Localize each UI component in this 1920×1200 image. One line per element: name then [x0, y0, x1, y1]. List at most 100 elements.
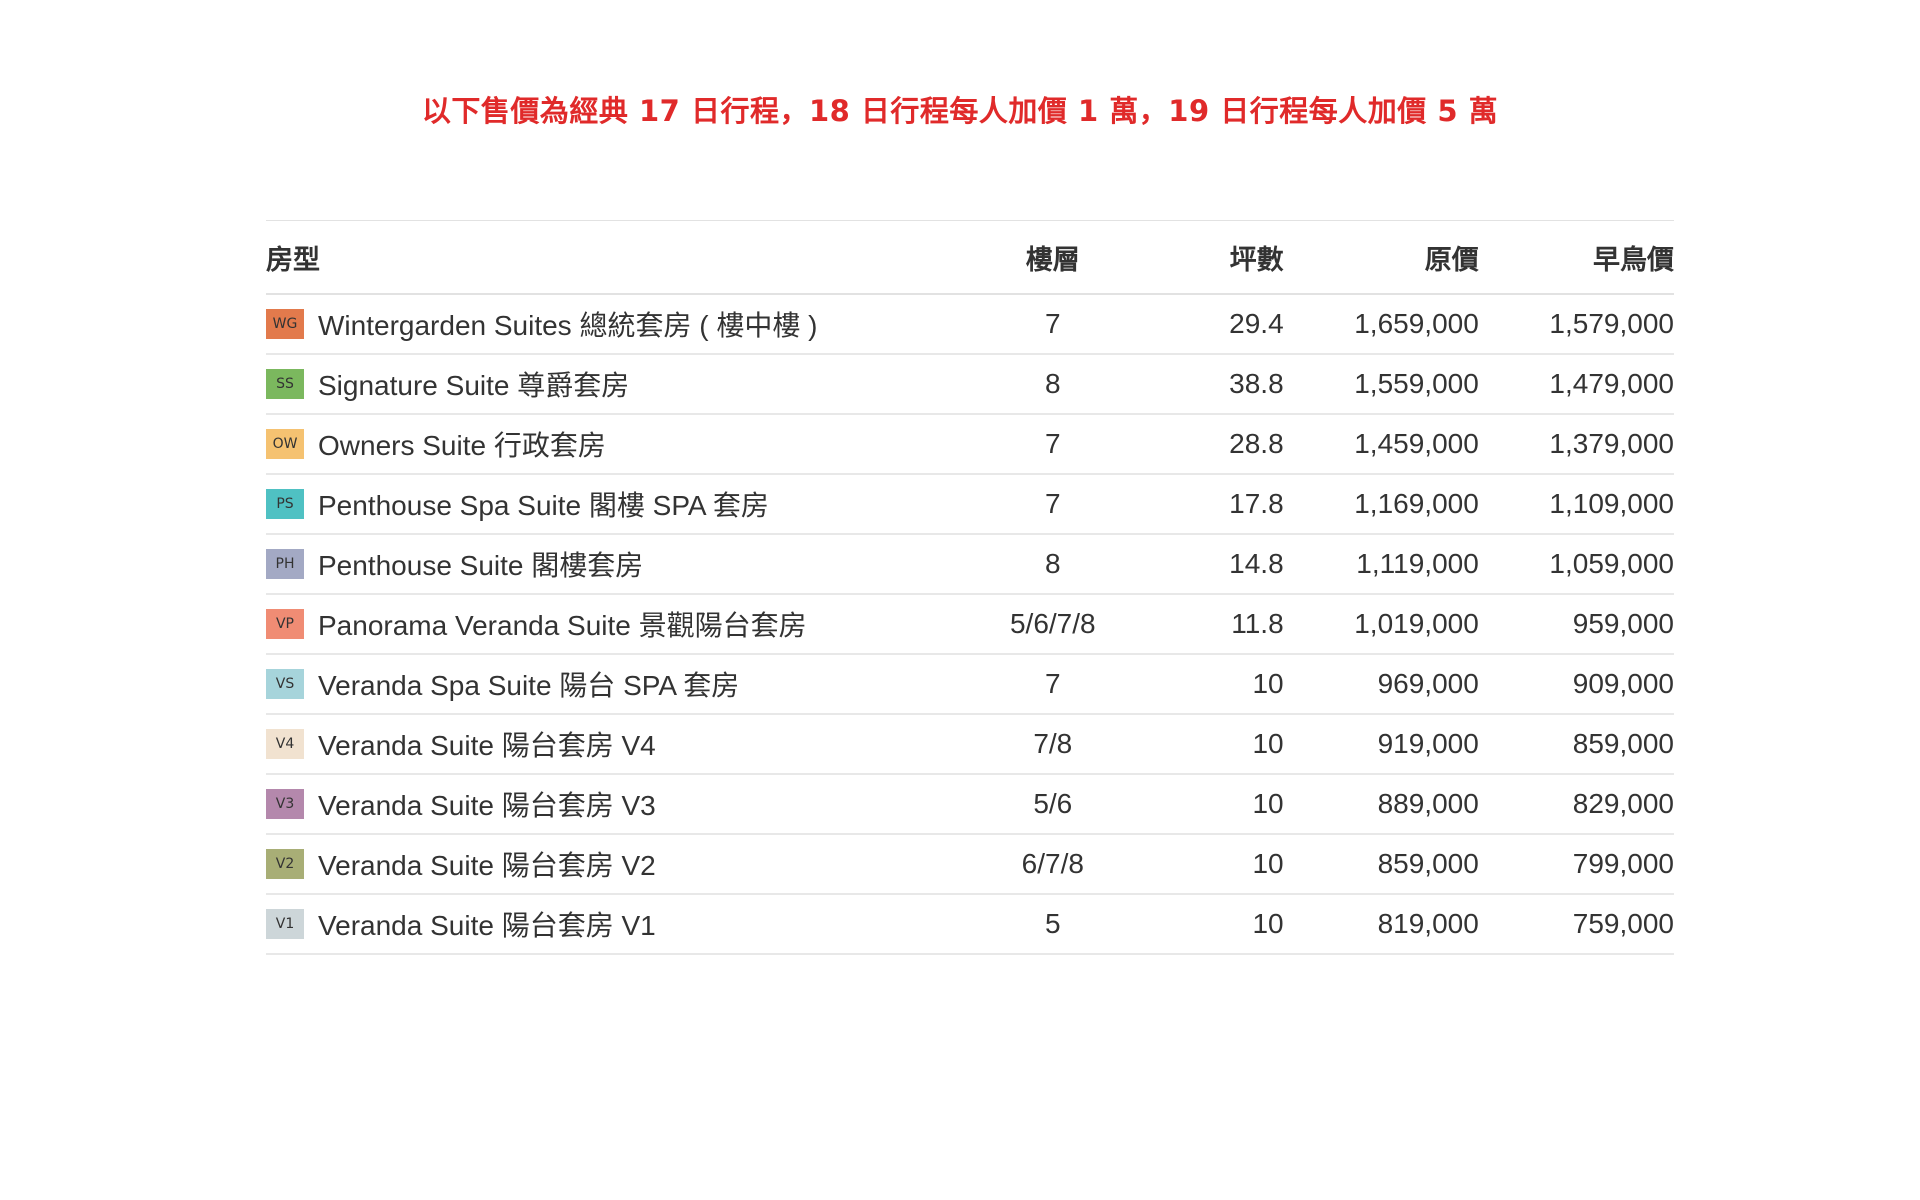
price-notice: 以下售價為經典 17 日行程，18 日行程每人加價 1 萬，19 日行程每人加價…	[421, 94, 1499, 128]
floor-cell: 7	[956, 654, 1150, 715]
original-price-cell: 1,659,000	[1283, 294, 1479, 355]
table-row: PS Penthouse Spa Suite 閣樓 SPA 套房 7 17.8 1,16…	[266, 474, 1674, 535]
room-type-wrap: PH Penthouse Suite 閣樓套房	[266, 544, 956, 584]
early-bird-price-cell: 1,579,000	[1478, 294, 1674, 355]
room-code-badge: V4	[266, 729, 304, 759]
header-size: 坪數	[1149, 220, 1284, 295]
floor-cell: 7	[956, 474, 1150, 535]
table-row: VS Veranda Spa Suite 陽台 SPA 套房 7 10 969,000 9…	[266, 654, 1674, 715]
size-cell: 28.8	[1149, 414, 1284, 475]
size-cell: 38.8	[1149, 354, 1284, 415]
room-type-name: Owners Suite 行政套房	[318, 430, 606, 461]
room-type-cell: VS Veranda Spa Suite 陽台 SPA 套房	[266, 654, 957, 715]
room-type-name: Panorama Veranda Suite 景觀陽台套房	[318, 610, 807, 641]
room-type-cell: WG Wintergarden Suites 總統套房 ( 樓中樓 )	[266, 294, 957, 355]
header-early-bird-price: 早鳥價	[1478, 220, 1674, 295]
room-type-name: Veranda Suite 陽台套房 V1	[318, 910, 656, 941]
original-price-cell: 969,000	[1283, 654, 1479, 715]
size-cell: 11.8	[1149, 594, 1284, 655]
room-code-badge: WG	[266, 309, 304, 339]
size-cell: 10	[1149, 834, 1284, 895]
room-type-name: Penthouse Spa Suite 閣樓 SPA 套房	[318, 490, 769, 521]
table-row: SS Signature Suite 尊爵套房 8 38.8 1,559,000 1,47…	[266, 354, 1674, 415]
room-type-wrap: OW Owners Suite 行政套房	[266, 424, 956, 464]
room-code-badge: SS	[266, 369, 304, 399]
room-type-cell: OW Owners Suite 行政套房	[266, 414, 957, 475]
size-cell: 10	[1149, 774, 1284, 835]
room-code-badge: VP	[266, 609, 304, 639]
size-cell: 17.8	[1149, 474, 1284, 535]
room-type-wrap: SS Signature Suite 尊爵套房	[266, 364, 956, 404]
floor-cell: 7	[956, 294, 1150, 355]
original-price-cell: 1,559,000	[1283, 354, 1479, 415]
room-code-badge: PH	[266, 549, 304, 579]
early-bird-price-cell: 1,379,000	[1478, 414, 1674, 475]
room-type-wrap: V4 Veranda Suite 陽台套房 V4	[266, 724, 956, 764]
table-body: WG Wintergarden Suites 總統套房 ( 樓中樓 ) 7 29.4 1…	[266, 294, 1674, 955]
table-row: V3 Veranda Suite 陽台套房 V3 5/6 10 889,000 829,0…	[266, 774, 1674, 835]
floor-cell: 5	[956, 894, 1150, 955]
early-bird-price-cell: 1,479,000	[1478, 354, 1674, 415]
room-type-cell: VP Panorama Veranda Suite 景觀陽台套房	[266, 594, 957, 655]
room-type-name: Wintergarden Suites 總統套房 ( 樓中樓 )	[318, 310, 818, 341]
table-row: V1 Veranda Suite 陽台套房 V1 5 10 819,000 759,000	[266, 894, 1674, 955]
room-type-wrap: V1 Veranda Suite 陽台套房 V1	[266, 904, 956, 944]
original-price-cell: 1,459,000	[1283, 414, 1479, 475]
room-type-wrap: VS Veranda Spa Suite 陽台 SPA 套房	[266, 664, 956, 704]
room-type-cell: V2 Veranda Suite 陽台套房 V2	[266, 834, 957, 895]
room-type-wrap: V2 Veranda Suite 陽台套房 V2	[266, 844, 956, 884]
room-type-name: Veranda Suite 陽台套房 V4	[318, 730, 656, 761]
suite-price-table: 房型 樓層 坪數 原價 早鳥價 WG Wintergarden Suites 總統…	[266, 220, 1674, 955]
room-type-name: Signature Suite 尊爵套房	[318, 370, 630, 401]
room-code-badge: V3	[266, 789, 304, 819]
table-header: 房型 樓層 坪數 原價 早鳥價	[266, 220, 1674, 295]
header-original-price: 原價	[1283, 220, 1479, 295]
floor-cell: 5/6/7/8	[956, 594, 1150, 655]
early-bird-price-cell: 959,000	[1478, 594, 1674, 655]
floor-cell: 5/6	[956, 774, 1150, 835]
room-type-wrap: VP Panorama Veranda Suite 景觀陽台套房	[266, 604, 956, 644]
room-code-badge: V1	[266, 909, 304, 939]
room-type-name: Veranda Suite 陽台套房 V2	[318, 850, 656, 881]
room-type-cell: SS Signature Suite 尊爵套房	[266, 354, 957, 415]
floor-cell: 8	[956, 354, 1150, 415]
original-price-cell: 1,119,000	[1283, 534, 1479, 595]
room-code-badge: OW	[266, 429, 304, 459]
header-room-type: 房型	[266, 220, 957, 295]
room-type-cell: V3 Veranda Suite 陽台套房 V3	[266, 774, 957, 835]
table-row: WG Wintergarden Suites 總統套房 ( 樓中樓 ) 7 29.4 1…	[266, 294, 1674, 355]
size-cell: 10	[1149, 894, 1284, 955]
room-type-name: Penthouse Suite 閣樓套房	[318, 550, 644, 581]
room-type-name: Veranda Suite 陽台套房 V3	[318, 790, 656, 821]
early-bird-price-cell: 859,000	[1478, 714, 1674, 775]
size-cell: 10	[1149, 654, 1284, 715]
early-bird-price-cell: 1,059,000	[1478, 534, 1674, 595]
original-price-cell: 889,000	[1283, 774, 1479, 835]
table-row: V2 Veranda Suite 陽台套房 V2 6/7/8 10 859,000 799…	[266, 834, 1674, 895]
early-bird-price-cell: 829,000	[1478, 774, 1674, 835]
early-bird-price-cell: 799,000	[1478, 834, 1674, 895]
room-code-badge: PS	[266, 489, 304, 519]
room-type-cell: PH Penthouse Suite 閣樓套房	[266, 534, 957, 595]
room-type-name: Veranda Spa Suite 陽台 SPA 套房	[318, 670, 740, 701]
original-price-cell: 819,000	[1283, 894, 1479, 955]
floor-cell: 7/8	[956, 714, 1150, 775]
size-cell: 14.8	[1149, 534, 1284, 595]
size-cell: 29.4	[1149, 294, 1284, 355]
early-bird-price-cell: 759,000	[1478, 894, 1674, 955]
early-bird-price-cell: 909,000	[1478, 654, 1674, 715]
floor-cell: 7	[956, 414, 1150, 475]
header-row: 房型 樓層 坪數 原價 早鳥價	[266, 220, 1674, 295]
early-bird-price-cell: 1,109,000	[1478, 474, 1674, 535]
original-price-cell: 1,019,000	[1283, 594, 1479, 655]
table-row: OW Owners Suite 行政套房 7 28.8 1,459,000 1,379,0…	[266, 414, 1674, 475]
room-type-wrap: PS Penthouse Spa Suite 閣樓 SPA 套房	[266, 484, 956, 524]
room-type-cell: V1 Veranda Suite 陽台套房 V1	[266, 894, 957, 955]
room-code-badge: VS	[266, 669, 304, 699]
header-floor: 樓層	[956, 220, 1150, 295]
floor-cell: 6/7/8	[956, 834, 1150, 895]
original-price-cell: 859,000	[1283, 834, 1479, 895]
table-row: VP Panorama Veranda Suite 景觀陽台套房 5/6/7/8 11…	[266, 594, 1674, 655]
room-type-wrap: V3 Veranda Suite 陽台套房 V3	[266, 784, 956, 824]
room-type-cell: PS Penthouse Spa Suite 閣樓 SPA 套房	[266, 474, 957, 535]
